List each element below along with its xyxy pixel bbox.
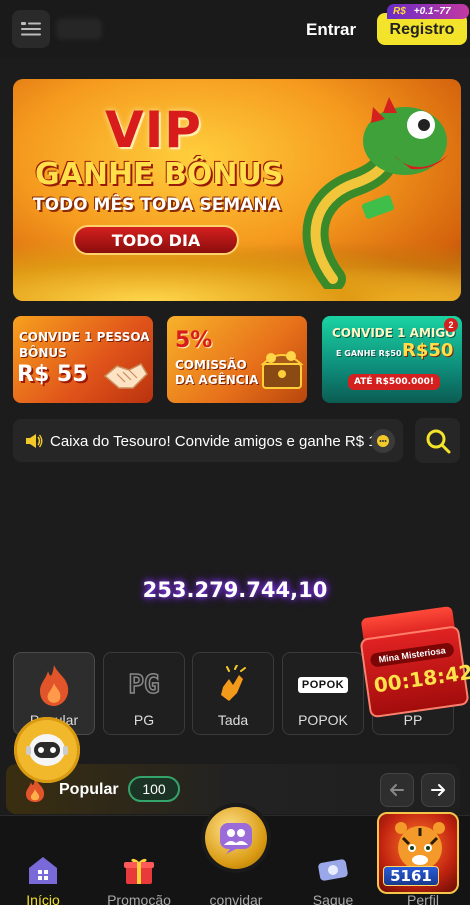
pg-logo-icon: PG [128,669,161,701]
dragon-illustration [302,97,448,289]
invite-icon [220,823,252,854]
nav-label: Início [26,892,60,905]
site-logo[interactable] [56,18,102,40]
banner-subline: TODO MÊS TODA SEMANA [33,195,281,215]
category-tab-tada[interactable]: Tada [192,652,274,735]
promo-card-agency-commission[interactable]: 5% COMISSÃO DA AGÊNCIA [167,316,307,403]
speaker-icon [26,434,43,448]
nav-label: convidar [209,892,263,905]
badge-text: +0.1~77 [413,6,451,17]
arrow-left-icon [390,784,404,796]
promo1-line2: BÔNUS [19,346,67,360]
category-tab-pg[interactable]: PG PG [103,652,185,735]
nav-label: Saque [312,892,354,905]
login-button[interactable]: Entrar [306,20,356,40]
popok-logo-text: POPOK [301,679,345,691]
mystery-mine-widget[interactable]: Mina Misteriosa 00:18:42 [351,605,470,719]
app-screen: Entrar Registro R$ +0.1~77 VIP GANHE BÔN… [0,0,470,905]
message-button[interactable] [371,429,395,453]
invite-center-button[interactable] [205,807,267,869]
chat-bubble-icon [377,435,389,447]
robot-icon [26,734,68,766]
vip-banner[interactable]: VIP GANHE BÔNUS TODO MÊS TODA SEMANA TOD… [13,79,461,301]
top-header: Entrar Registro R$ +0.1~77 [0,0,470,58]
gift-icon [124,858,154,884]
tiger-logo-text: 5161 [383,866,439,886]
promo2-line1: COMISSÃO [175,358,247,372]
nav-label: Promoção [107,892,171,905]
search-button[interactable] [415,418,460,463]
promo1-amount: R$ 55 [17,362,88,387]
popular-section-title: Popular [59,781,119,798]
promo3-title: CONVIDE 1 AMIGO [332,326,456,340]
scroll-right-button[interactable] [421,773,455,807]
support-robot-button[interactable] [14,717,80,783]
register-bonus-badge: R$ +0.1~77 [387,4,469,19]
banner-vip-title: VIP [105,101,202,159]
jackpot-value: 253.279.744,10 [142,578,328,602]
treasure-chest-icon [260,351,304,389]
tada-hand-icon [221,665,246,701]
scroll-left-button[interactable] [380,773,414,807]
category-label: Tada [217,712,249,728]
banner-cta-button[interactable]: TODO DIA [73,225,239,255]
menu-icon [21,22,41,36]
popular-count-badge: 100 [128,776,180,802]
nav-item-promotion[interactable]: Promoção [96,852,182,905]
promo2-percent: 5% [175,328,213,353]
fire-icon [40,665,69,706]
promo3-amount: R$50 [402,340,454,361]
menu-button[interactable] [12,10,50,48]
badge-currency: R$ [393,6,406,17]
arrow-right-icon [431,784,445,796]
cash-icon [318,859,348,881]
promo-card-invite-bonus[interactable]: CONVIDE 1 PESSOA BÔNUS R$ 55 [13,316,153,403]
tiger-game-promo[interactable]: 5161 [377,812,459,894]
search-icon [426,429,450,453]
popok-logo-icon: POPOK [297,677,349,693]
nav-item-withdraw[interactable]: Saque [290,852,376,905]
promo3-badge: 2 [444,318,458,332]
promo3-subtitle: E GANHE R$50 [336,349,402,358]
category-tab-popok[interactable]: POPOK POPOK [282,652,364,735]
home-icon [29,857,57,884]
promo2-line2: DA AGÊNCIA [175,373,259,387]
category-label: PG [133,712,155,728]
promo3-footer: ATÉ R$500.000! [348,374,440,390]
handshake-icon [103,363,148,389]
nav-item-home[interactable]: Início [0,852,86,905]
announcement-text: Caixa do Tesouro! Convide amigos e ganhe… [50,433,372,450]
promo1-line1: CONVIDE 1 PESSOA [19,330,150,344]
banner-headline: GANHE BÔNUS [35,157,284,192]
announcement-bar[interactable]: Caixa do Tesouro! Convide amigos e ganhe… [13,419,403,462]
category-label: POPOK [298,712,348,728]
promo-card-invite-friend[interactable]: CONVIDE 1 AMIGO E GANHE R$50 R$50 ATÉ R$… [322,316,462,403]
